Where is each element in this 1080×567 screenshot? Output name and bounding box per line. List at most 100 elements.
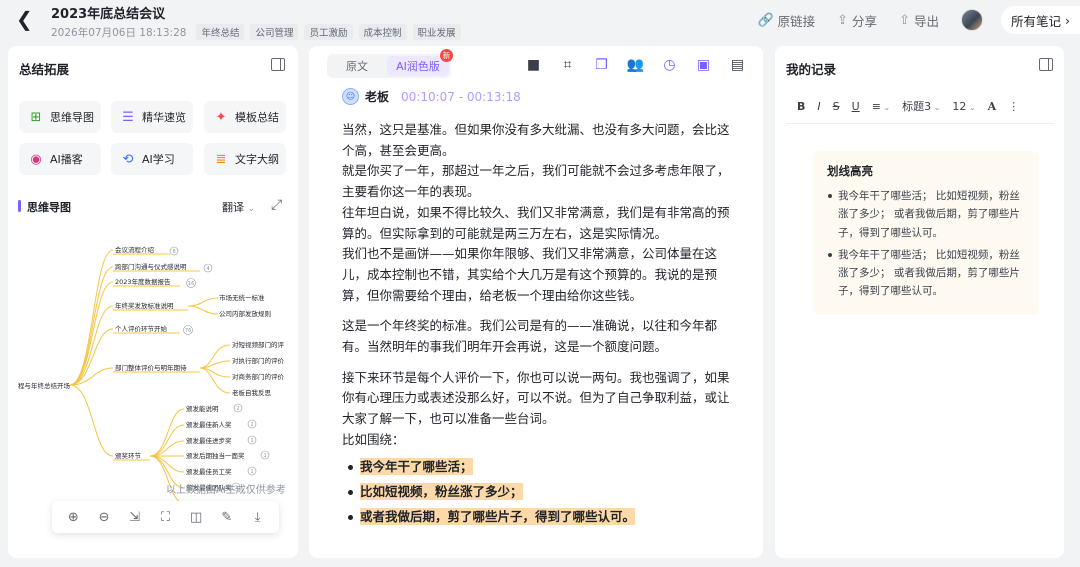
tab-original[interactable]: 原文 (327, 54, 387, 78)
translate-icon[interactable]: ▤ (728, 56, 747, 75)
people-icon[interactable]: 👥 (626, 56, 645, 75)
heading-dropdown[interactable]: 标题3 ⌄ (902, 98, 940, 114)
tool-ai-learn-button[interactable]: ⟲ AI学习 (111, 143, 193, 175)
translate-dropdown[interactable]: 翻译 ⌄ (222, 199, 255, 215)
bold-button[interactable]: B (797, 100, 805, 113)
tool-label: AI播客 (50, 153, 83, 166)
section-marker (18, 200, 21, 212)
node-count-badge: 16 (188, 281, 194, 287)
tool-template-summary-button[interactable]: ✦ 模板总结 (204, 101, 286, 133)
time-range[interactable]: 00:10:07 - 00:13:18 (401, 90, 521, 104)
node-count-badge: 1 (264, 453, 267, 459)
panel-title: 我的记录 (786, 62, 837, 77)
mindmap-node: 跨部门沟通与仪式感说明 (115, 262, 187, 271)
chevron-down-icon: ⌄ (931, 103, 941, 112)
note-list: 我今年干了哪些活； 比如短视频，粉丝涨了多少； 或者我做后期，剪了哪些片子，得到… (827, 187, 1027, 305)
transcript-paragraph: 接下来环节是每个人评价一下，你也可以说一两句。我也强调了，如果你有心理压力或表述… (342, 369, 730, 427)
highlighted-text[interactable]: 我今年干了哪些活； (360, 457, 473, 475)
export-icon: ⇧ (899, 12, 910, 28)
all-notes-button[interactable]: 所有笔记 › (1000, 6, 1080, 34)
node-count-badge: 2 (251, 422, 254, 428)
tool-highlights-button[interactable]: ☰ 精华速览 (111, 101, 193, 133)
chevron-down-icon: ⌄ (966, 102, 976, 112)
tool-outline-button[interactable]: ≣ 文字大纲 (204, 143, 286, 175)
share-label: 分享 (852, 13, 878, 29)
copy-icon[interactable]: ❐ (592, 56, 611, 75)
clock-icon[interactable]: ◷ (660, 56, 679, 75)
strikethrough-button[interactable]: S (833, 100, 840, 113)
fit-screen-icon[interactable]: ⛶ (154, 510, 176, 525)
panel-toggle-icon[interactable] (271, 58, 285, 71)
font-size-label: 12 (952, 99, 967, 113)
divider (786, 123, 1054, 124)
editor-toolbar: B I S U ≡ ⌄ 标题3 ⌄ 12 ⌄ A ⋮ (797, 98, 1019, 114)
mindmap-node: 颁奖环节 (115, 451, 142, 460)
summary-expansion-panel: 总结拓展 ⊞ 思维导图 ☰ 精华速览 ✦ 模板总结 ◉ AI播客 ⟲ AI学习 … (8, 46, 298, 558)
list-item: 我今年干了哪些活； (342, 457, 738, 477)
list-item: 我今年干了哪些活； 比如短视频，粉丝涨了多少； 或者我做后期，剪了哪些片子，得到… (827, 187, 1027, 242)
image-icon[interactable]: ▣ (694, 56, 713, 75)
video-icon[interactable]: ■ (524, 56, 543, 75)
mindmap-node: 对商务部门的评价 (232, 372, 285, 381)
align-dropdown[interactable]: ≡ ⌄ (872, 100, 890, 113)
back-arrow-icon[interactable]: ❮ (16, 8, 38, 30)
font-size-dropdown[interactable]: 12 ⌄ (952, 100, 975, 113)
meeting-date: 2026年07月06日 18:13:28 (51, 26, 187, 39)
sparkle-icon: ✦ (215, 109, 227, 125)
zoom-out-icon[interactable]: ⊖ (93, 510, 115, 525)
avatar[interactable] (960, 9, 983, 31)
tool-label: 思维导图 (50, 111, 94, 124)
highlights-icon: ☰ (122, 109, 134, 125)
ai-disclaimer: 以上数据由AI生成仅供参考 (166, 485, 286, 496)
tag[interactable]: 职业发展 (412, 24, 461, 40)
node-count-badge: 76 (185, 328, 191, 334)
fullscreen-icon[interactable]: ⤢ (271, 197, 282, 213)
tool-label: 模板总结 (235, 111, 279, 124)
edit-icon[interactable]: ✎ (216, 510, 238, 525)
highlight-note-card[interactable]: 划线高亮 我今年干了哪些活； 比如短视频，粉丝涨了多少； 或者我做后期，剪了哪些… (813, 151, 1039, 315)
download-icon[interactable]: ⤓ (247, 510, 269, 525)
tool-label: AI学习 (142, 153, 175, 166)
app-header: ❮ 2023年底总结会议 2026年07月06日 18:13:28 年终总结 公… (0, 0, 1080, 44)
sidebar-icon[interactable]: ◫ (185, 510, 207, 525)
mindmap-canvas[interactable]: 程与年终总结开场 会议流程介绍 跨部门沟通与仪式感说明 2023年度数据报告 年… (8, 226, 298, 501)
scan-icon[interactable]: ⌗ (558, 56, 577, 75)
font-color-button[interactable]: A (988, 100, 997, 113)
collapse-icon[interactable]: ⇲ (124, 510, 146, 525)
header-actions: 🔗 原链接 ⇪ 分享 ⇧ 导出 所有笔记 › (757, 6, 1080, 34)
zoom-in-icon[interactable]: ⊕ (62, 510, 84, 525)
translate-label: 翻译 (222, 201, 244, 214)
underline-button[interactable]: U (852, 100, 860, 113)
tag[interactable]: 员工激励 (304, 24, 353, 40)
transcript-paragraph: 往年坦白说，如果不得比较久、我们又非常满意，我们是有非常高的预算的。但实际拿到的… (342, 204, 730, 241)
mindmap-node: 部门整体评价与明年期待 (115, 363, 187, 372)
transcript-paragraph: 比如围绕： (342, 431, 405, 447)
share-button[interactable]: ⇪ 分享 (837, 11, 877, 30)
export-button[interactable]: ⇧ 导出 (899, 11, 939, 30)
tool-ai-podcast-button[interactable]: ◉ AI播客 (19, 143, 101, 175)
tool-mindmap-button[interactable]: ⊞ 思维导图 (19, 101, 101, 133)
panel-title: 总结拓展 (19, 62, 70, 77)
original-link-button[interactable]: 🔗 原链接 (757, 11, 815, 30)
tag[interactable]: 年终总结 (196, 24, 245, 40)
transcript-paragraph: 我们也不是画饼——如果你年限够、我们又非常满意，公司体量在这儿，成本控制也不错，… (342, 246, 718, 303)
mindmap-node: 公司内部发放规则 (219, 309, 271, 318)
tag[interactable]: 公司管理 (250, 24, 299, 40)
mindmap-node: 对执行部门的评价 (232, 356, 285, 365)
highlighted-text[interactable]: 或者我做后期，剪了哪些片子，得到了哪些认可。 (360, 507, 636, 525)
share-icon: ⇪ (837, 12, 849, 28)
node-count-badge: 4 (207, 266, 210, 272)
highlighted-text[interactable]: 比如短视频，粉丝涨了多少； (360, 482, 523, 500)
panel-toggle-icon[interactable] (1039, 58, 1053, 71)
node-count-badge: 8 (173, 249, 176, 255)
mindmap-node: 颁发最佳进步奖 (186, 436, 232, 445)
chevron-right-icon: › (1065, 12, 1070, 28)
italic-button[interactable]: I (817, 100, 820, 113)
more-icon[interactable]: ⋮ (1008, 100, 1019, 113)
tag[interactable]: 成本控制 (358, 24, 407, 40)
link-icon: 🔗 (757, 12, 774, 28)
mindmap-node: 年终奖发放标准说明 (115, 301, 174, 310)
tab-ai-polished[interactable]: AI润色版 (387, 56, 449, 76)
chevron-down-icon: ⌄ (247, 204, 256, 214)
